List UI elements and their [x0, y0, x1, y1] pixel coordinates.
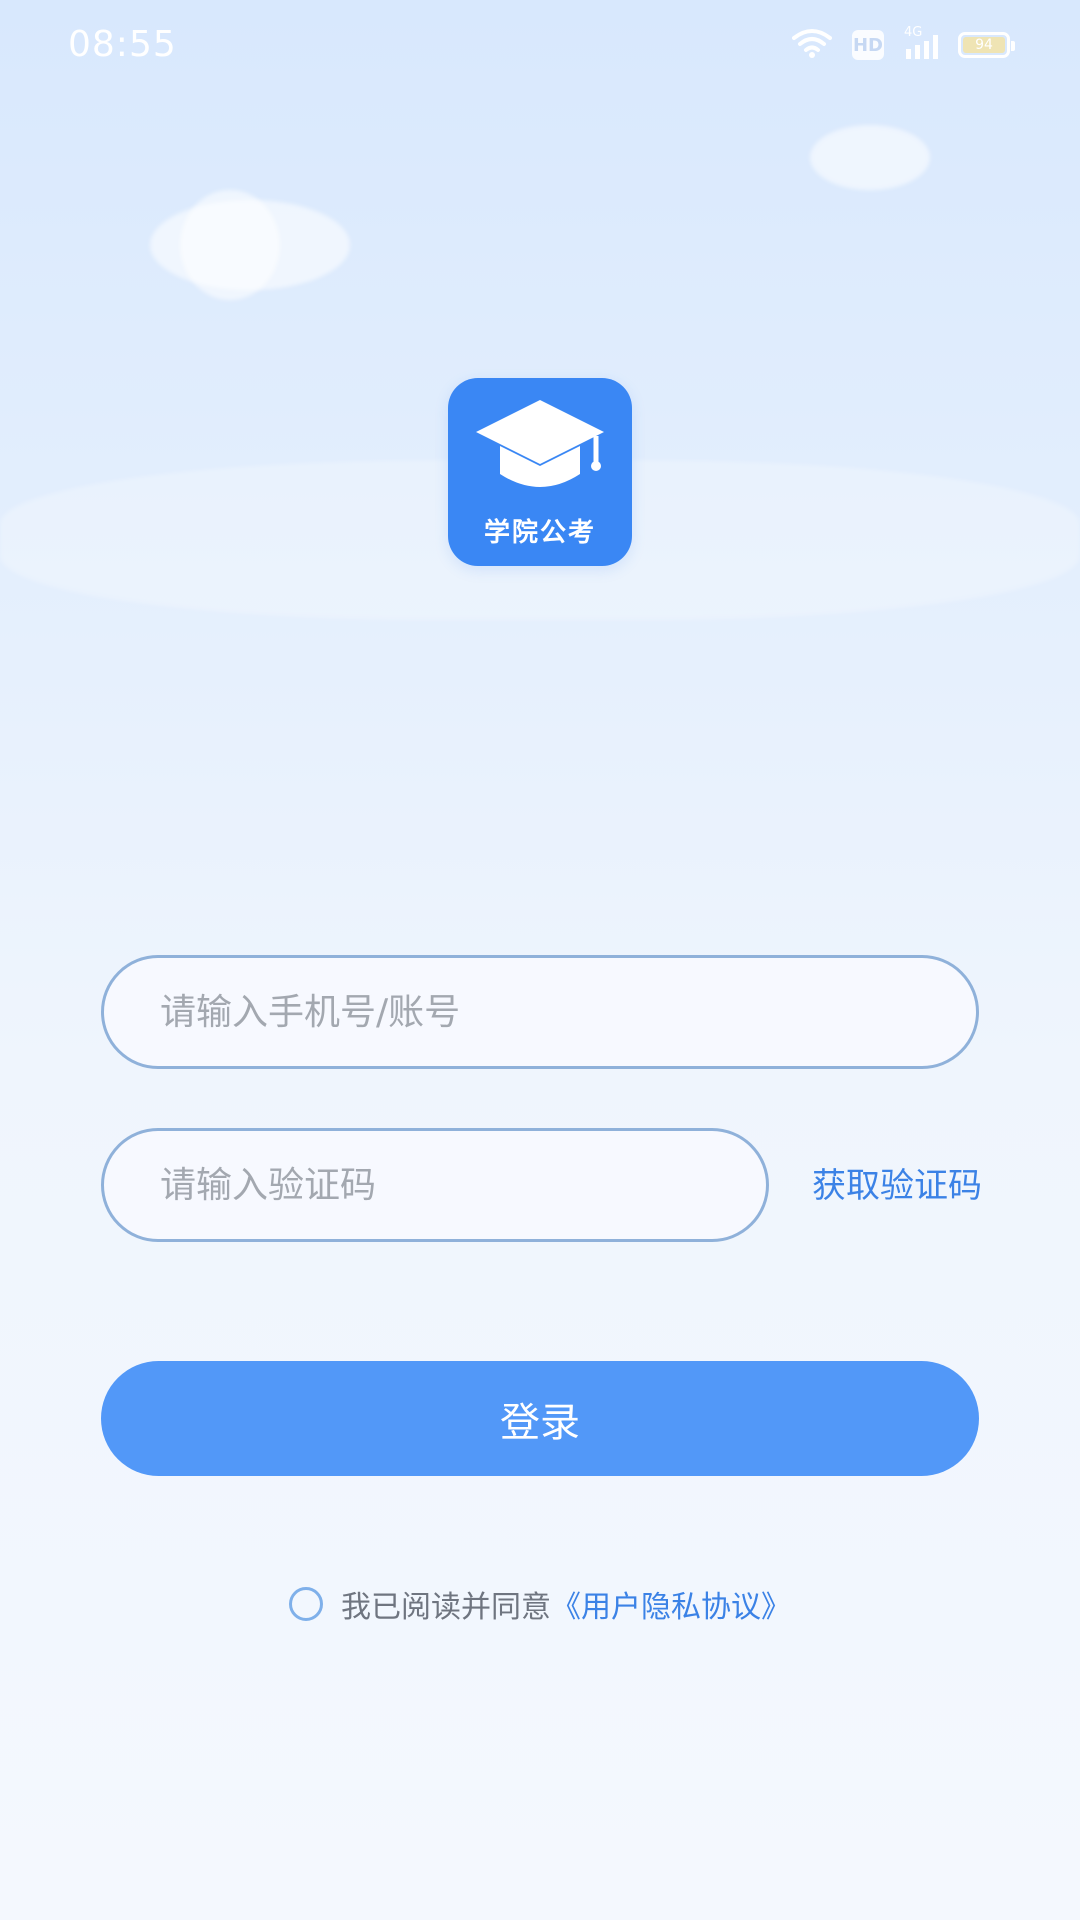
status-time: 08:55 — [68, 24, 177, 65]
logo-text: 学院公考 — [483, 518, 596, 548]
graduation-cap-icon — [476, 400, 604, 487]
hd-icon: HD — [852, 30, 884, 60]
signal-4g-icon: 4G — [904, 25, 938, 61]
battery-level: 94 — [975, 37, 993, 53]
phone-input[interactable] — [104, 958, 976, 1066]
get-code-button[interactable]: 获取验证码 — [800, 1158, 982, 1207]
cloud-decoration — [810, 125, 930, 190]
status-bar: 08:55 HD 4G 94 — [0, 0, 1080, 96]
login-button[interactable]: 登录 — [101, 1361, 979, 1476]
verification-code-input[interactable] — [104, 1131, 766, 1239]
privacy-policy-link[interactable]: 《用户隐私协议》 — [551, 1590, 791, 1625]
wifi-icon — [792, 28, 832, 62]
agreement-row: 我已阅读并同意《用户隐私协议》 — [0, 1582, 1080, 1626]
phone-input-container — [101, 955, 979, 1069]
cloud-decoration — [180, 190, 280, 300]
status-icons: HD 4G 94 — [792, 25, 1015, 62]
battery-icon: 94 — [958, 32, 1015, 58]
code-input-container — [101, 1128, 769, 1242]
app-logo: 学院公考 — [448, 378, 632, 566]
agreement-text: 我已阅读并同意 — [341, 1590, 551, 1625]
agreement-checkbox[interactable] — [289, 1587, 323, 1621]
